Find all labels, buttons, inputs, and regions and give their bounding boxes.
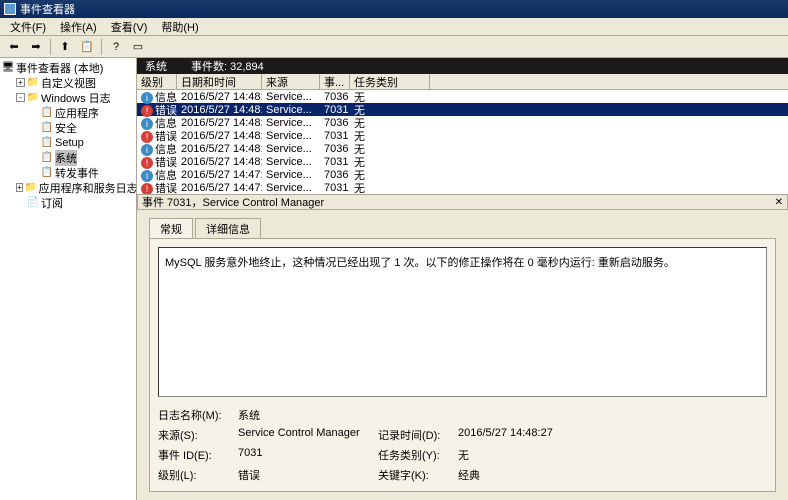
menu-file[interactable]: 文件(F) [4,18,52,36]
tree-item[interactable]: 📋安全 [2,120,134,135]
event-message[interactable]: MySQL 服务意外地终止，这种情况已经出现了 1 次。以下的修正操作将在 0 … [158,247,767,397]
prop-key [378,407,458,423]
titlebar: 事件查看器 [0,0,788,18]
close-icon[interactable]: ✕ [775,197,783,208]
toolbar: ⬅ ➡ ⬆ 📋 ? ▭ [0,36,788,58]
event-properties: 日志名称(M):系统来源(S):Service Control Manager记… [158,407,767,483]
prop-value: 7031 [238,447,378,463]
event-list[interactable]: i信息2016/5/27 14:48:28Service...7036无!错误2… [137,90,788,194]
event-row[interactable]: i信息2016/5/27 14:48:15Service...7036无 [137,116,788,129]
options-button[interactable]: 📋 [77,38,97,56]
column-headers: 级别日期和时间来源事...任务类别 [137,74,788,90]
tree-item[interactable]: +📁自定义视图 [2,75,134,90]
event-row[interactable]: !错误2016/5/27 14:47:57Service...7031无 [137,181,788,194]
prop-value: 无 [458,447,618,463]
expand-icon[interactable]: + [16,183,23,192]
prop-key: 级别(L): [158,467,238,483]
prop-key: 事件 ID(E): [158,447,238,463]
prop-key: 任务类别(Y): [378,447,458,463]
log-name: 系统 [145,58,167,74]
column-header[interactable]: 任务类别 [350,74,430,89]
prop-key: 关键字(K): [378,467,458,483]
folder-icon: 📋 [41,152,53,164]
tree-label: Windows 日志 [41,90,111,106]
eventviewer-icon: 🖥 [2,62,14,74]
list-button[interactable]: ▭ [128,38,148,56]
event-row[interactable]: i信息2016/5/27 14:48:07Service...7036无 [137,142,788,155]
folder-icon: 📁 [25,182,37,194]
prop-value [458,407,618,423]
tab-general[interactable]: 常规 [149,218,193,238]
tree-panel: 🖥 事件查看器 (本地) +📁自定义视图-📁Windows 日志📋应用程序📋安全… [0,58,137,500]
folder-icon: 📄 [27,197,39,209]
folder-icon: 📋 [41,107,53,119]
event-row[interactable]: !错误2016/5/27 14:48:27Service...7031无 [137,103,788,116]
tree-label: 应用程序 [55,105,99,121]
detail-panel: 常规 详细信息 MySQL 服务意外地终止，这种情况已经出现了 1 次。以下的修… [137,210,788,500]
list-header: 系统 事件数: 32,894 [137,58,788,74]
menu-view[interactable]: 查看(V) [105,18,154,36]
prop-value: 错误 [238,467,378,483]
menu-action[interactable]: 操作(A) [54,18,103,36]
tree-label: 安全 [55,120,77,136]
window-title: 事件查看器 [20,1,75,17]
toolbar-separator [101,39,102,55]
event-count: 事件数: 32,894 [191,58,264,74]
forward-button[interactable]: ➡ [26,38,46,56]
toolbar-separator [50,39,51,55]
tree-item[interactable]: 📋Setup [2,135,134,150]
prop-value: 2016/5/27 14:48:27 [458,427,618,443]
tree-label: Setup [55,137,84,149]
event-row[interactable]: !错误2016/5/27 14:48:14Service...7031无 [137,129,788,142]
event-row[interactable]: !错误2016/5/27 14:48:06Service...7031无 [137,155,788,168]
tree-label: 系统 [55,150,77,166]
folder-icon: 📁 [27,92,39,104]
event-row[interactable]: i信息2016/5/27 14:48:28Service...7036无 [137,90,788,103]
detail-tabs: 常规 详细信息 [149,218,776,238]
tree-item[interactable]: 📋应用程序 [2,105,134,120]
detail-header: 事件 7031，Service Control Manager ✕ [137,194,788,210]
folder-icon: 📁 [27,77,39,89]
folder-icon: 📋 [41,122,53,134]
menu-help[interactable]: 帮助(H) [155,18,204,36]
tree-root[interactable]: 🖥 事件查看器 (本地) [2,60,134,75]
menubar: 文件(F) 操作(A) 查看(V) 帮助(H) [0,18,788,36]
column-header[interactable]: 级别 [137,74,177,89]
help-button[interactable]: ? [106,38,126,56]
tree-label: 应用程序和服务日志 [39,180,137,196]
tree-item[interactable]: 📄订阅 [2,195,134,210]
tree-label: 转发事件 [55,165,99,181]
tree-item[interactable]: 📋系统 [2,150,134,165]
folder-icon: 📋 [41,167,53,179]
column-header[interactable]: 日期和时间 [177,74,262,89]
tree-item[interactable]: -📁Windows 日志 [2,90,134,105]
up-button[interactable]: ⬆ [55,38,75,56]
column-header[interactable]: 来源 [262,74,320,89]
tab-details[interactable]: 详细信息 [195,218,261,238]
prop-key: 日志名称(M): [158,407,238,423]
prop-value: Service Control Manager [238,427,378,443]
prop-value: 经典 [458,467,618,483]
tree-item[interactable]: 📋转发事件 [2,165,134,180]
detail-title: 事件 7031，Service Control Manager [142,194,324,210]
prop-value: 系统 [238,407,378,423]
tree-label: 订阅 [41,195,63,211]
column-header[interactable]: 事... [320,74,350,89]
folder-icon: 📋 [41,137,53,149]
tree-label: 自定义视图 [41,75,96,91]
app-icon [4,3,16,15]
expand-icon[interactable]: - [16,93,25,102]
tree-item[interactable]: +📁应用程序和服务日志 [2,180,134,195]
back-button[interactable]: ⬅ [4,38,24,56]
expand-icon[interactable]: + [16,78,25,87]
prop-key: 来源(S): [158,427,238,443]
prop-key: 记录时间(D): [378,427,458,443]
event-row[interactable]: i信息2016/5/27 14:47:58Service...7036无 [137,168,788,181]
